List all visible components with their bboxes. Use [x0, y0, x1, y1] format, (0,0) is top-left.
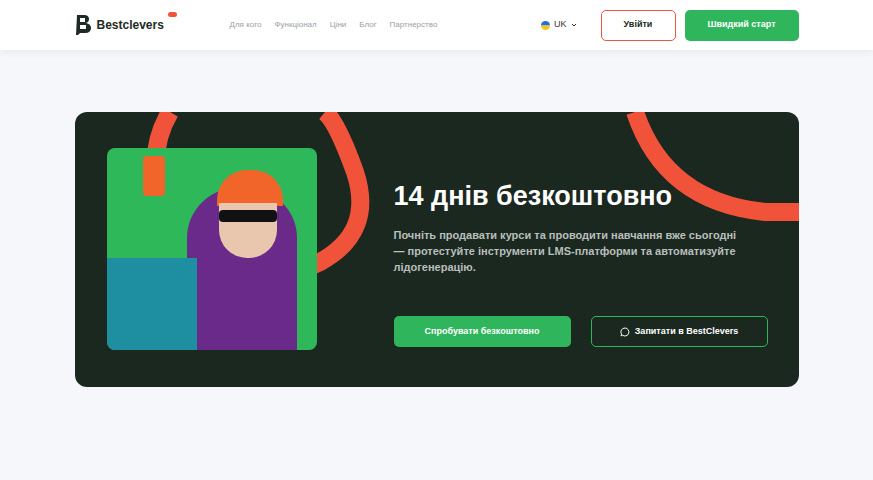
hero-card: 14 днів безкоштовно Почніть продавати кур…: [75, 112, 799, 387]
nav-item[interactable]: Функціонал: [274, 19, 316, 31]
hero-text: Почніть продавати курси та проводити нав…: [394, 228, 772, 276]
nav-item[interactable]: Блог: [359, 19, 376, 31]
page: Bestclevers Для кого Функціонал Ціни Блог Пар…: [0, 0, 873, 480]
logo-badge: [168, 12, 177, 17]
nav-item[interactable]: Для кого: [230, 19, 262, 31]
nav-item[interactable]: Ціни: [330, 19, 347, 31]
header: Bestclevers Для кого Функціонал Ціни Блог Пар…: [0, 0, 873, 50]
try-free-button[interactable]: Спробувати безкоштовно: [394, 316, 571, 347]
chat-icon: [620, 327, 630, 337]
logo[interactable]: Bestclevers: [75, 14, 225, 36]
ukraine-flag-icon: [541, 21, 550, 30]
login-button[interactable]: Увійти: [601, 10, 676, 41]
nav: Для кого Функціонал Ціни Блог Партнерство: [230, 19, 438, 31]
ask-button[interactable]: Запитати в BestClevers: [591, 316, 768, 347]
logo-icon: [75, 14, 93, 36]
hero-title: 14 днів безкоштовно: [394, 180, 772, 212]
nav-item[interactable]: Партнерство: [390, 19, 438, 31]
hero-image: [107, 148, 317, 350]
chevron-down-icon: [571, 22, 577, 28]
language-select[interactable]: UK: [541, 18, 577, 32]
quick-start-button[interactable]: Швидкий старт: [685, 10, 799, 41]
